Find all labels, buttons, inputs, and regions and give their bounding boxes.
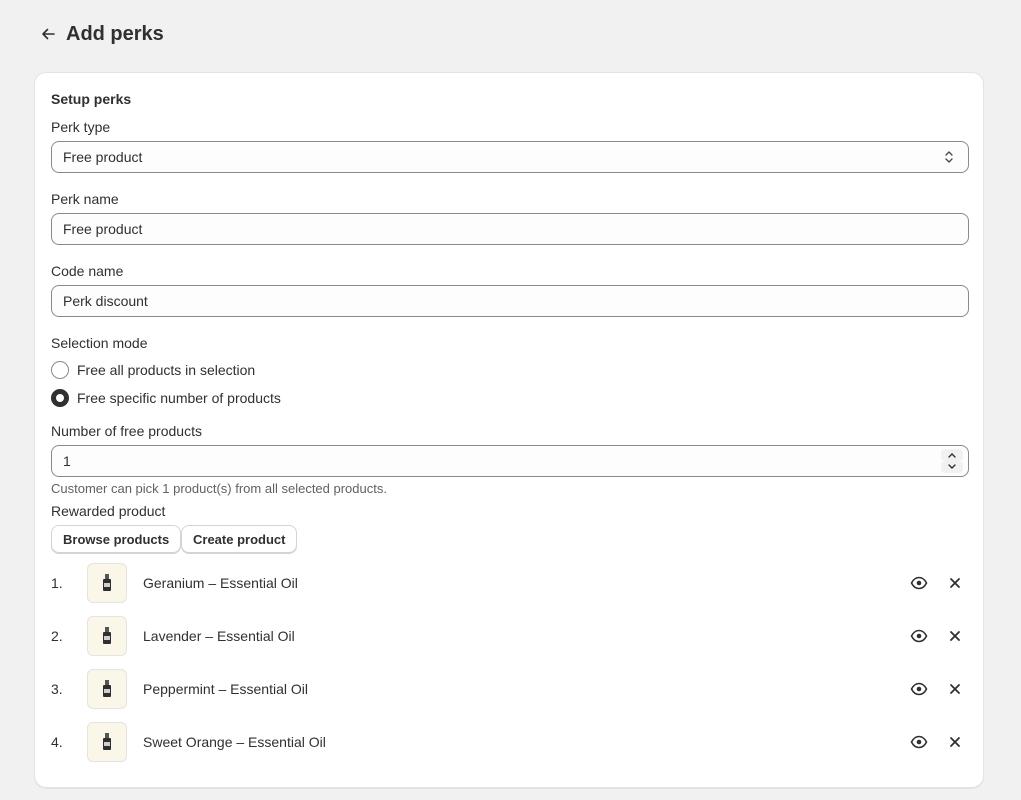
perk-name-label: Perk name — [51, 191, 119, 207]
eye-icon — [910, 629, 928, 643]
close-icon — [950, 578, 960, 588]
number-stepper[interactable] — [940, 449, 964, 473]
radio-button[interactable] — [51, 361, 69, 379]
product-thumbnail — [87, 669, 127, 709]
chevron-down-icon — [948, 464, 956, 469]
oil-bottle-icon — [103, 627, 111, 644]
section-title: Setup perks — [51, 91, 132, 107]
selection-mode-label: Selection mode — [51, 335, 148, 351]
eye-icon — [910, 682, 928, 696]
item-number: 3. — [51, 681, 63, 697]
view-product-button[interactable] — [905, 675, 933, 703]
perk-name-input[interactable]: Free product — [51, 213, 969, 245]
radio-label: Free specific number of products — [77, 390, 281, 406]
eye-icon — [910, 576, 928, 590]
perk-type-label: Perk type — [51, 119, 111, 135]
eye-icon — [910, 735, 928, 749]
oil-bottle-icon — [103, 680, 111, 697]
free-products-label: Number of free products — [51, 423, 202, 439]
remove-product-button[interactable] — [941, 569, 969, 597]
create-product-button[interactable]: Create product — [181, 525, 298, 553]
oil-bottle-icon — [103, 574, 111, 591]
remove-product-button[interactable] — [941, 675, 969, 703]
code-name-label: Code name — [51, 263, 124, 279]
page-title: Add perks — [66, 22, 164, 45]
product-name: Peppermint – Essential Oil — [143, 681, 308, 697]
perk-type-value: Free product — [63, 149, 143, 165]
perk-type-select[interactable]: Free product — [51, 141, 969, 173]
close-icon — [950, 631, 960, 641]
stepper-down-button[interactable] — [941, 461, 963, 473]
stepper-up-button[interactable] — [941, 449, 963, 461]
free-products-help: Customer can pick 1 product(s) from all … — [51, 481, 387, 496]
product-thumbnail — [87, 616, 127, 656]
rewarded-product-label: Rewarded product — [51, 503, 166, 519]
close-icon — [950, 684, 960, 694]
product-name: Geranium – Essential Oil — [143, 575, 298, 591]
code-name-input[interactable]: Perk discount — [51, 285, 969, 317]
view-product-button[interactable] — [905, 569, 933, 597]
oil-bottle-icon — [103, 733, 111, 750]
list-item: 2. Lavender – Essential Oil — [51, 615, 969, 657]
item-number: 4. — [51, 734, 63, 750]
view-product-button[interactable] — [905, 622, 933, 650]
remove-product-button[interactable] — [941, 728, 969, 756]
back-button[interactable] — [36, 22, 60, 46]
item-number: 1. — [51, 575, 63, 591]
list-item: 1. Geranium – Essential Oil — [51, 562, 969, 604]
radio-free-specific[interactable]: Free specific number of products — [51, 389, 281, 407]
free-products-value: 1 — [63, 453, 71, 469]
radio-button-checked[interactable] — [51, 389, 69, 407]
code-name-value: Perk discount — [63, 293, 148, 309]
product-thumbnail — [87, 722, 127, 762]
select-chevron-icon — [941, 149, 957, 165]
page-header: Add perks — [36, 20, 164, 48]
list-item: 3. Peppermint – Essential Oil — [51, 668, 969, 710]
arrow-left-icon — [42, 28, 55, 40]
item-number: 2. — [51, 628, 63, 644]
list-item: 4. Sweet Orange – Essential Oil — [51, 721, 969, 763]
product-thumbnail — [87, 563, 127, 603]
browse-products-button[interactable]: Browse products — [51, 525, 182, 553]
chevron-up-icon — [948, 453, 956, 458]
radio-free-all[interactable]: Free all products in selection — [51, 361, 255, 379]
perk-name-value: Free product — [63, 221, 143, 237]
free-products-number-input[interactable]: 1 — [51, 445, 969, 477]
radio-label: Free all products in selection — [77, 362, 256, 378]
product-name: Lavender – Essential Oil — [143, 628, 295, 644]
close-icon — [950, 737, 960, 747]
remove-product-button[interactable] — [941, 622, 969, 650]
product-name: Sweet Orange – Essential Oil — [143, 734, 326, 750]
view-product-button[interactable] — [905, 728, 933, 756]
setup-perks-card: Setup perks Perk type Free product Perk … — [34, 72, 984, 788]
